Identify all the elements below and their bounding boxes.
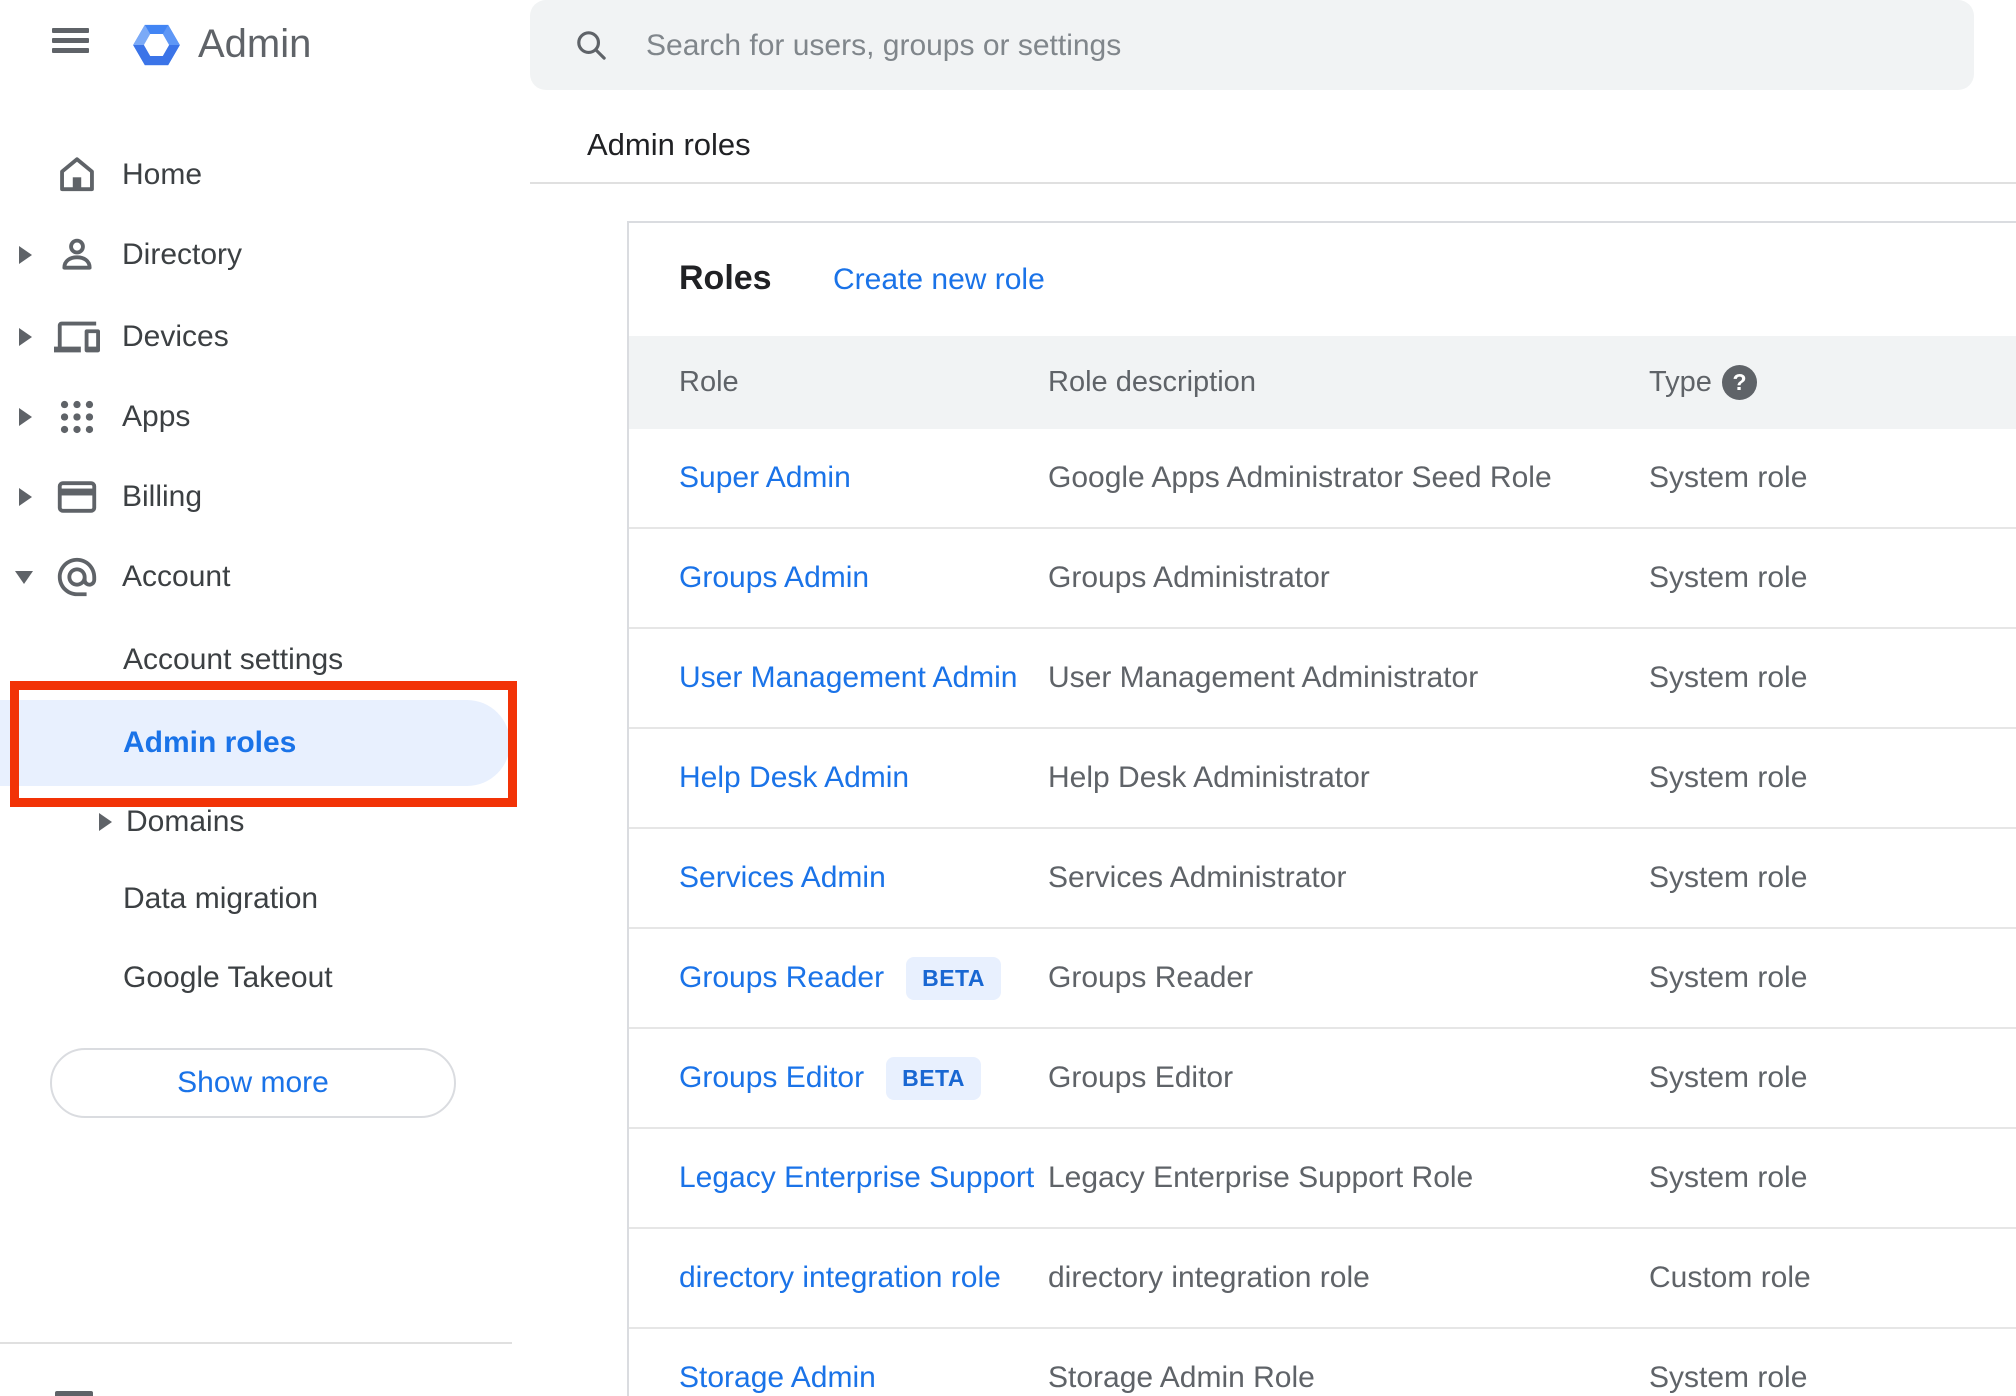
expand-arrow-icon xyxy=(19,328,32,346)
role-link[interactable]: Groups Editor BETA xyxy=(679,1029,981,1127)
person-icon xyxy=(62,238,92,270)
feedback-icon xyxy=(55,1391,93,1396)
sidebar-item-admin-roles[interactable]: Admin roles xyxy=(123,700,296,786)
table-row: Storage Admin Storage Admin Role System … xyxy=(629,1329,2016,1396)
role-type: System role xyxy=(1649,861,1808,894)
role-description: Services Administrator xyxy=(1048,861,1347,894)
role-description: Storage Admin Role xyxy=(1048,1361,1315,1394)
sidebar-item-account-settings[interactable]: Account settings xyxy=(0,621,512,699)
role-link-text: Groups Editor xyxy=(679,1061,865,1094)
role-link[interactable]: Super Admin xyxy=(679,429,851,527)
sidebar-item-label: Domains xyxy=(126,805,245,838)
role-type: System role xyxy=(1649,1061,1808,1094)
card-title: Roles xyxy=(679,259,772,297)
help-icon[interactable]: ? xyxy=(1722,365,1757,400)
role-link[interactable]: Help Desk Admin xyxy=(679,729,909,827)
role-type: System role xyxy=(1649,1161,1808,1194)
collapse-arrow-icon xyxy=(15,571,33,584)
table-row: Super Admin Google Apps Administrator Se… xyxy=(629,429,2016,529)
role-description: Groups Administrator xyxy=(1048,561,1330,594)
sidebar-item-domains[interactable]: Domains xyxy=(0,783,512,861)
table-row: Legacy Enterprise Support Legacy Enterpr… xyxy=(629,1129,2016,1229)
role-link[interactable]: Groups Admin xyxy=(679,529,869,627)
role-description: User Management Administrator xyxy=(1048,661,1479,694)
sidebar-item-label: Apps xyxy=(122,400,191,433)
role-type: System role xyxy=(1649,561,1808,594)
beta-badge: BETA xyxy=(906,956,1002,1000)
expand-arrow-icon xyxy=(19,408,32,426)
role-link[interactable]: Storage Admin xyxy=(679,1329,876,1396)
sidebar-footer-divider xyxy=(0,1342,512,1344)
expand-arrow-icon xyxy=(19,488,32,506)
role-type: System role xyxy=(1649,761,1808,794)
sidebar-item-home[interactable]: Home xyxy=(0,135,512,215)
column-header-type: Type xyxy=(1649,366,1712,398)
role-link[interactable]: directory integration role xyxy=(679,1229,1001,1327)
role-type: System role xyxy=(1649,661,1808,694)
role-link[interactable]: Groups Reader BETA xyxy=(679,929,1002,1027)
devices-icon xyxy=(54,321,100,353)
table-row: Help Desk Admin Help Desk Administrator … xyxy=(629,729,2016,829)
sidebar-item-google-takeout[interactable]: Google Takeout xyxy=(0,939,512,1017)
home-icon xyxy=(60,157,94,192)
show-more-button[interactable]: Show more xyxy=(50,1048,456,1118)
sidebar-item-label: Google Takeout xyxy=(123,961,333,994)
role-type: System role xyxy=(1649,461,1808,494)
table-row: Groups Editor BETA Groups Editor System … xyxy=(629,1029,2016,1129)
sidebar-item-label: Data migration xyxy=(123,882,319,915)
expand-arrow-icon xyxy=(19,246,32,264)
table-row: directory integration role directory int… xyxy=(629,1229,2016,1329)
admin-logo-text: Admin xyxy=(198,22,312,66)
expand-arrow-icon xyxy=(99,813,112,831)
beta-badge: BETA xyxy=(886,1056,981,1100)
table-row: Services Admin Services Administrator Sy… xyxy=(629,829,2016,929)
sidebar-item-label: Billing xyxy=(122,480,203,513)
role-link[interactable]: Services Admin xyxy=(679,829,886,927)
sidebar-item-directory[interactable]: Directory xyxy=(0,215,512,295)
apps-grid-icon xyxy=(60,400,94,434)
admin-logo-icon[interactable] xyxy=(128,17,185,73)
role-type: System role xyxy=(1649,1361,1808,1394)
sidebar-item-data-migration[interactable]: Data migration xyxy=(0,860,512,938)
search-icon xyxy=(577,31,606,60)
role-link[interactable]: User Management Admin xyxy=(679,629,1018,727)
sidebar-item-account[interactable]: Account xyxy=(0,537,512,617)
sidebar-item-billing[interactable]: Billing xyxy=(0,457,512,537)
role-description: directory integration role xyxy=(1048,1261,1370,1294)
menu-hamburger-icon[interactable] xyxy=(52,28,89,53)
sidebar-item-label: Account settings xyxy=(123,643,344,676)
role-description: Groups Editor xyxy=(1048,1061,1234,1094)
sidebar-item-label: Account xyxy=(122,560,231,593)
search-bar[interactable] xyxy=(530,0,1974,92)
sidebar: Admin Home Directory Devices Apps Billin… xyxy=(0,0,517,1396)
create-new-role-link[interactable]: Create new role xyxy=(833,263,1045,297)
table-row: User Management Admin User Management Ad… xyxy=(629,629,2016,729)
role-description: Help Desk Administrator xyxy=(1048,761,1370,794)
admin-console-screen: Admin Home Directory Devices Apps Billin… xyxy=(0,0,2016,1396)
role-link[interactable]: Legacy Enterprise Support xyxy=(679,1129,1034,1227)
table-header-row: Role Role description Type ? xyxy=(629,336,2016,429)
role-type: Custom role xyxy=(1649,1261,1811,1294)
roles-table-body: Super Admin Google Apps Administrator Se… xyxy=(629,429,2016,1396)
role-description: Legacy Enterprise Support Role xyxy=(1048,1161,1474,1194)
header-divider xyxy=(530,182,2016,184)
breadcrumb: Admin roles xyxy=(587,127,751,162)
role-type: System role xyxy=(1649,961,1808,994)
role-description: Groups Reader xyxy=(1048,961,1254,994)
sidebar-item-label: Directory xyxy=(122,238,243,271)
sidebar-item-devices[interactable]: Devices xyxy=(0,297,512,377)
table-row: Groups Admin Groups Administrator System… xyxy=(629,529,2016,629)
role-link-text: Groups Reader xyxy=(679,961,885,994)
table-row: Groups Reader BETA Groups Reader System … xyxy=(629,929,2016,1029)
sidebar-item-apps[interactable]: Apps xyxy=(0,377,512,457)
sidebar-item-label: Devices xyxy=(122,320,229,353)
credit-card-icon xyxy=(57,481,97,513)
column-header-description: Role description xyxy=(1048,366,1256,398)
column-header-role: Role xyxy=(679,366,739,398)
at-sign-icon xyxy=(57,557,97,597)
search-input[interactable] xyxy=(644,0,1928,92)
role-description: Google Apps Administrator Seed Role xyxy=(1048,461,1552,494)
sidebar-item-label: Home xyxy=(122,158,203,191)
roles-card: Roles Create new role Role Role descript… xyxy=(627,221,2016,1396)
